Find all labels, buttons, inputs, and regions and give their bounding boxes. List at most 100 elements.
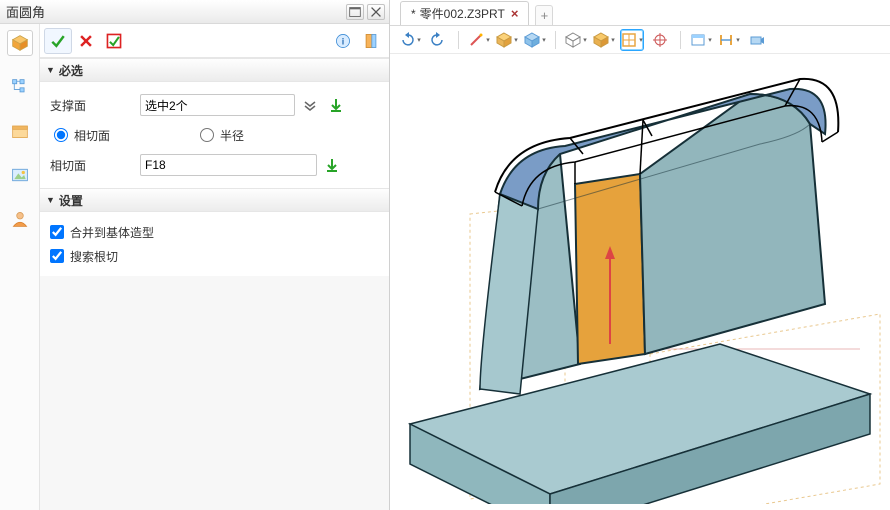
right-panel: * 零件002.Z3PRT × + ▾ ▾ ▾ ▾ ▾ ▾ ▾ ▾ ▾ xyxy=(390,0,890,510)
grid-toggle-button[interactable]: ▾ xyxy=(620,29,644,51)
section-settings: ▼ 设置 合并到基体造型 搜索根切 xyxy=(40,188,389,276)
commit-green-icon xyxy=(324,157,340,173)
properties-panel: 面圆角 xyxy=(0,0,390,510)
wireframe-icon xyxy=(565,32,581,48)
grid-icon xyxy=(621,32,637,48)
gold-cube-button[interactable]: ▾ xyxy=(592,29,616,51)
ok-button[interactable] xyxy=(44,28,72,54)
support-face-dropdown[interactable] xyxy=(299,94,321,116)
tangent-face-radio[interactable]: 相切面 xyxy=(54,122,110,148)
support-face-input[interactable] xyxy=(140,94,295,116)
support-face-field: 支撑面 xyxy=(50,90,379,120)
document-tab-bar: * 零件002.Z3PRT × + xyxy=(390,0,890,26)
undercut-check[interactable]: 搜索根切 xyxy=(50,244,379,268)
side-tab-bar xyxy=(0,24,40,510)
tangent-face-radio-label: 相切面 xyxy=(74,127,110,144)
dimension-icon xyxy=(718,32,734,48)
preview-icon xyxy=(362,32,380,50)
tangent-face-label: 相切面 xyxy=(50,157,140,174)
camera-button[interactable] xyxy=(745,29,769,51)
box-orange-icon xyxy=(11,122,29,140)
minimize-button[interactable] xyxy=(346,4,364,20)
wand-icon xyxy=(468,32,484,48)
cube-icon xyxy=(496,32,512,48)
tangent-face-field: 相切面 xyxy=(50,150,379,180)
support-face-commit[interactable] xyxy=(325,94,347,116)
close-panel-button[interactable] xyxy=(367,4,385,20)
cube-gold-icon xyxy=(11,34,29,52)
3d-viewport[interactable] xyxy=(390,54,890,510)
side-tab-box[interactable] xyxy=(7,118,33,144)
info-icon: i xyxy=(334,32,352,50)
redo-view-button[interactable] xyxy=(426,29,450,51)
panel-titlebar: 面圆角 xyxy=(0,0,389,24)
wand-button[interactable]: ▾ xyxy=(467,29,491,51)
tab-close-button[interactable]: × xyxy=(511,8,519,20)
picture-icon xyxy=(11,166,29,184)
dirty-marker: * xyxy=(411,7,416,21)
user-icon xyxy=(11,210,29,228)
undercut-check-label: 搜索根切 xyxy=(70,248,118,265)
redo-icon xyxy=(430,32,446,48)
section-required: ▼ 必选 支撑面 xyxy=(40,58,389,188)
cube-yellow-button[interactable]: ▾ xyxy=(495,29,519,51)
cube-blue-icon xyxy=(524,32,540,48)
merge-check-label: 合并到基体造型 xyxy=(70,224,154,241)
section-settings-label: 设置 xyxy=(59,192,83,209)
tab-label: 零件002.Z3PRT xyxy=(420,5,505,22)
fillet-mode-field: 相切面 半径 xyxy=(50,120,379,150)
undo-view-button[interactable]: ▾ xyxy=(398,29,422,51)
target-button[interactable] xyxy=(648,29,672,51)
view-toolbar: ▾ ▾ ▾ ▾ ▾ ▾ ▾ ▾ ▾ xyxy=(390,26,890,54)
panel-body: i ▼ 必选 支撑面 xyxy=(0,24,389,510)
panel-title: 面圆角 xyxy=(4,2,343,21)
radius-radio-input[interactable] xyxy=(200,128,214,142)
radius-radio[interactable]: 半径 xyxy=(200,122,244,148)
undercut-check-input[interactable] xyxy=(50,249,64,263)
preview-toggle-button[interactable] xyxy=(357,28,385,54)
chevron-down-icon: ▼ xyxy=(46,195,55,205)
action-row: i xyxy=(40,24,389,58)
cancel-button[interactable] xyxy=(72,28,100,54)
svg-text:i: i xyxy=(342,36,345,46)
target-icon xyxy=(652,32,668,48)
close-icon xyxy=(368,3,384,21)
section-required-header[interactable]: ▼ 必选 xyxy=(40,58,389,82)
cube-blue-button[interactable]: ▾ xyxy=(523,29,547,51)
x-red-icon xyxy=(77,32,95,50)
section-required-body: 支撑面 xyxy=(40,82,389,188)
window-icon xyxy=(690,32,706,48)
apply-button[interactable] xyxy=(100,28,128,54)
plus-icon: + xyxy=(541,8,549,23)
side-tab-image[interactable] xyxy=(7,162,33,188)
add-tab-button[interactable]: + xyxy=(535,5,553,25)
undo-icon xyxy=(399,32,415,48)
section-settings-body: 合并到基体造型 搜索根切 xyxy=(40,212,389,276)
side-tab-user[interactable] xyxy=(7,206,33,232)
radius-radio-label: 半径 xyxy=(220,127,244,144)
support-face-label: 支撑面 xyxy=(50,97,140,114)
camera-icon xyxy=(749,32,765,48)
tangent-face-commit[interactable] xyxy=(321,154,343,176)
info-button[interactable]: i xyxy=(329,28,357,54)
cube-gold-icon xyxy=(593,32,609,48)
section-settings-header[interactable]: ▼ 设置 xyxy=(40,188,389,212)
tangent-face-radio-input[interactable] xyxy=(54,128,68,142)
check-box-icon xyxy=(105,32,123,50)
merge-check[interactable]: 合并到基体造型 xyxy=(50,220,379,244)
tree-icon xyxy=(11,78,29,96)
window-minimize-icon xyxy=(347,3,363,21)
merge-check-input[interactable] xyxy=(50,225,64,239)
chevron-down-icon: ▼ xyxy=(46,65,55,75)
dim-button[interactable]: ▾ xyxy=(717,29,741,51)
window-a-button[interactable]: ▾ xyxy=(689,29,713,51)
commit-green-icon xyxy=(328,97,344,113)
tab-active-document[interactable]: * 零件002.Z3PRT × xyxy=(400,1,529,25)
side-tab-feature[interactable] xyxy=(7,30,33,56)
panel-content: i ▼ 必选 支撑面 xyxy=(40,24,389,510)
wire-cube-button[interactable]: ▾ xyxy=(564,29,588,51)
section-required-label: 必选 xyxy=(59,62,83,79)
check-green-icon xyxy=(49,32,67,50)
tangent-face-input[interactable] xyxy=(140,154,317,176)
side-tab-tree[interactable] xyxy=(7,74,33,100)
